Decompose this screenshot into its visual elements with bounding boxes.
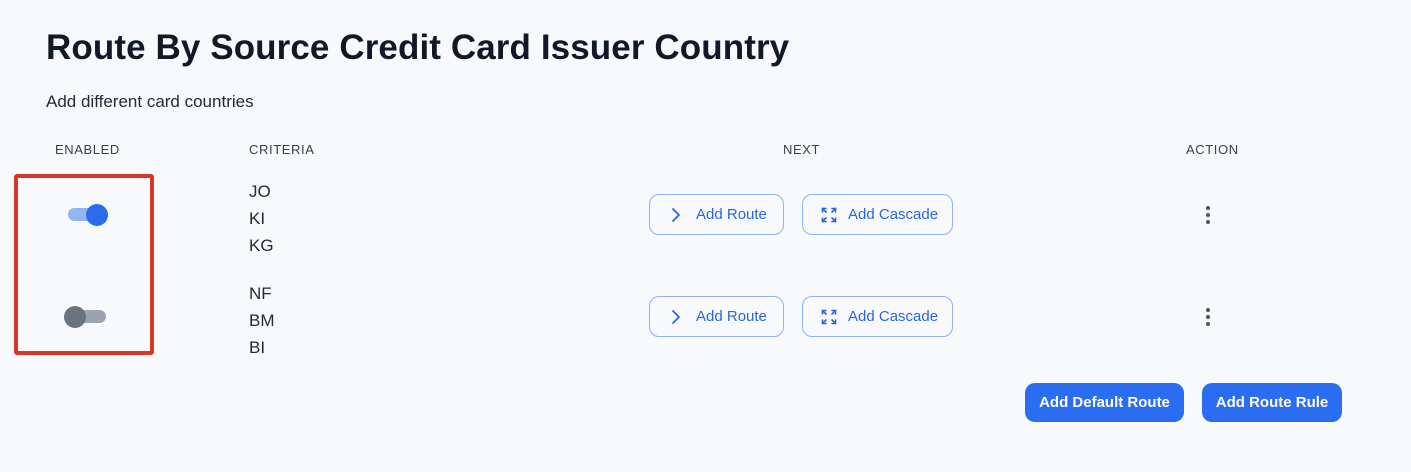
- more-vertical-icon[interactable]: [1198, 204, 1218, 226]
- chevron-right-icon: [668, 207, 684, 223]
- expand-icon: [821, 309, 837, 325]
- highlight-annotation: [14, 174, 154, 355]
- chevron-right-icon: [668, 309, 684, 325]
- page-title: Route By Source Credit Card Issuer Count…: [46, 28, 790, 67]
- table-row: NF BM BI Add Route Add Cascade: [0, 272, 1411, 364]
- more-vertical-icon[interactable]: [1198, 306, 1218, 328]
- criteria-list: JO KI KG: [249, 178, 274, 259]
- column-header-next: NEXT: [783, 142, 821, 157]
- add-cascade-button[interactable]: Add Cascade: [802, 296, 953, 337]
- criteria-item: BI: [249, 338, 266, 357]
- criteria-item: JO: [249, 182, 271, 201]
- routing-page: Route By Source Credit Card Issuer Count…: [0, 0, 1411, 472]
- criteria-item: KI: [249, 209, 266, 228]
- add-route-label: Add Route: [696, 308, 767, 325]
- add-cascade-label: Add Cascade: [848, 308, 939, 325]
- add-route-rule-button[interactable]: Add Route Rule: [1202, 383, 1342, 422]
- add-route-label: Add Route: [696, 206, 767, 223]
- criteria-item: NF: [249, 284, 272, 303]
- column-header-criteria: CRITERIA: [249, 142, 315, 157]
- criteria-item: BM: [249, 311, 275, 330]
- page-subtitle: Add different card countries: [46, 92, 254, 111]
- column-header-enabled: ENABLED: [55, 142, 120, 157]
- add-cascade-button[interactable]: Add Cascade: [802, 194, 953, 235]
- criteria-item: KG: [249, 236, 274, 255]
- expand-icon: [821, 207, 837, 223]
- add-default-route-button[interactable]: Add Default Route: [1025, 383, 1184, 422]
- add-route-button[interactable]: Add Route: [649, 194, 784, 235]
- column-header-action: ACTION: [1186, 142, 1239, 157]
- add-cascade-label: Add Cascade: [848, 206, 939, 223]
- table-row: JO KI KG Add Route Add Cascade: [0, 170, 1411, 262]
- add-route-button[interactable]: Add Route: [649, 296, 784, 337]
- criteria-list: NF BM BI: [249, 280, 275, 361]
